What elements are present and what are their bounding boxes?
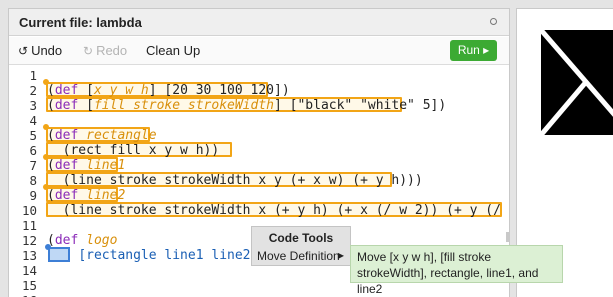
code-line-13: [rectangle line1 line2])	[78, 248, 266, 263]
clean-up-button[interactable]: Clean Up	[146, 43, 200, 58]
editor-toolbar: ↺ Undo ↻ Redo Clean Up Run ▸	[9, 37, 509, 65]
submenu-arrow-icon: ▶	[337, 251, 344, 260]
redo-button[interactable]: ↻ Redo	[83, 43, 127, 58]
line-number: 15	[21, 278, 37, 293]
redo-label: Redo	[96, 43, 128, 58]
run-button[interactable]: Run ▸	[450, 40, 497, 61]
line-number: 11	[21, 218, 37, 233]
line-number: 7	[29, 158, 37, 173]
line-number: 13	[21, 248, 37, 263]
line-number: 10	[21, 203, 37, 218]
line-number: 9	[29, 188, 37, 203]
undo-button[interactable]: ↺ Undo	[18, 43, 62, 58]
line-number: 12	[21, 233, 37, 248]
code-tools-menu-title: Code Tools	[268, 231, 334, 245]
redo-icon: ↻	[83, 44, 94, 58]
undo-icon: ↺	[18, 44, 29, 58]
move-definition-menu-item[interactable]: Move Definition	[257, 249, 340, 263]
unsaved-indicator-icon	[490, 18, 497, 25]
line-number: 8	[29, 173, 37, 188]
current-file-title: Current file: lambda	[19, 15, 142, 30]
code-line-7: (def line1	[47, 158, 126, 173]
code-line-3: (def [fill stroke strokeWidth] ["black" …	[47, 98, 447, 113]
code-line-10: (line stroke strokeWidth x (+ y h) (+ x …	[62, 203, 509, 218]
code-line-2: (def [x y w h] [20 30 100 120])	[47, 83, 290, 98]
line-number: 5	[29, 128, 37, 143]
line-number: 14	[21, 263, 37, 278]
code-line-12: (def logo	[47, 233, 118, 248]
file-header: Current file: lambda	[9, 9, 509, 36]
line-number: 4	[29, 113, 37, 128]
scrollbar-thumb[interactable]	[506, 232, 510, 242]
code-line-6: (rect fill x y w h))	[47, 143, 220, 158]
move-definition-option[interactable]: Move [x y w h], [fill stroke strokeWidth…	[350, 245, 563, 296]
line-number: 1	[29, 68, 37, 83]
code-line-5: (def rectangle	[47, 128, 157, 143]
line-number: 16	[13, 293, 37, 297]
app-root: Current file: lambda ↺ Undo ↻ Redo Clean U…	[0, 0, 613, 297]
line-number: 2	[29, 83, 37, 98]
undo-label: Undo	[31, 43, 63, 58]
line-number: 6	[29, 143, 37, 158]
code-line-9: (def line2	[47, 188, 126, 203]
code-tools-menu: Code Tools Move Definition ▶	[251, 226, 351, 266]
code-line-8: (line stroke strokeWidth x y (+ x w) (+ …	[47, 173, 423, 188]
line-number: 3	[29, 98, 37, 113]
